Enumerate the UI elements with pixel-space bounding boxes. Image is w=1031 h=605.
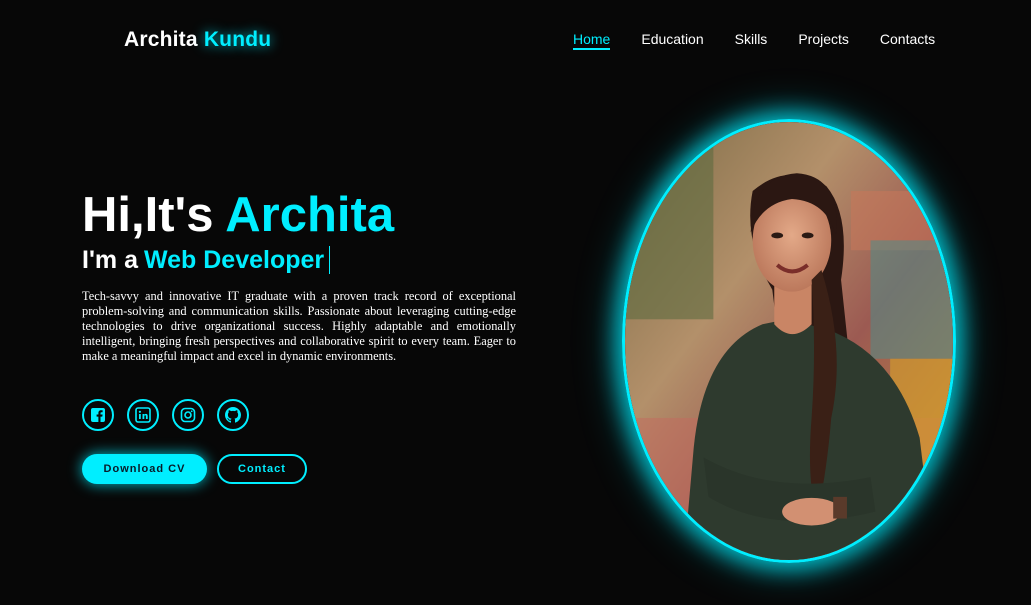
github-link[interactable]: [217, 399, 249, 431]
nav-home[interactable]: Home: [573, 31, 611, 50]
profile-photo: [622, 119, 956, 563]
facebook-icon: [91, 408, 105, 422]
instagram-icon: [180, 407, 196, 423]
nav-contacts[interactable]: Contacts: [880, 31, 935, 50]
nav-education[interactable]: Education: [641, 31, 703, 50]
bio-paragraph: Tech-savvy and innovative IT graduate wi…: [82, 289, 516, 363]
instagram-link[interactable]: [172, 399, 204, 431]
download-cv-button[interactable]: Download CV: [82, 454, 207, 484]
portfolio-page: Archita Kundu Home Education Skills Proj…: [0, 0, 1031, 605]
nav-skills[interactable]: Skills: [735, 31, 768, 50]
hero-subheading: I'm a Web Developer: [82, 244, 331, 276]
hero-name: Archita: [225, 188, 395, 242]
hero-heading: Hi,It's Archita: [82, 187, 394, 243]
logo-last-name: Kundu: [203, 28, 272, 51]
role-prefix: I'm a: [82, 246, 138, 274]
site-logo[interactable]: Archita Kundu: [124, 28, 271, 52]
logo-first-name: Archita: [124, 28, 198, 51]
linkedin-icon: [135, 407, 151, 423]
github-icon: [225, 407, 241, 423]
nav-projects[interactable]: Projects: [798, 31, 849, 50]
main-nav: Home Education Skills Projects Contacts: [573, 31, 935, 50]
social-links: [82, 399, 249, 431]
typing-caret: [329, 246, 331, 274]
linkedin-link[interactable]: [127, 399, 159, 431]
facebook-link[interactable]: [82, 399, 114, 431]
role-text: Web Developer: [143, 246, 325, 274]
profile-photo-image: [625, 122, 953, 560]
contact-button[interactable]: Contact: [217, 454, 307, 484]
hero-greeting: Hi,It's: [82, 188, 214, 242]
